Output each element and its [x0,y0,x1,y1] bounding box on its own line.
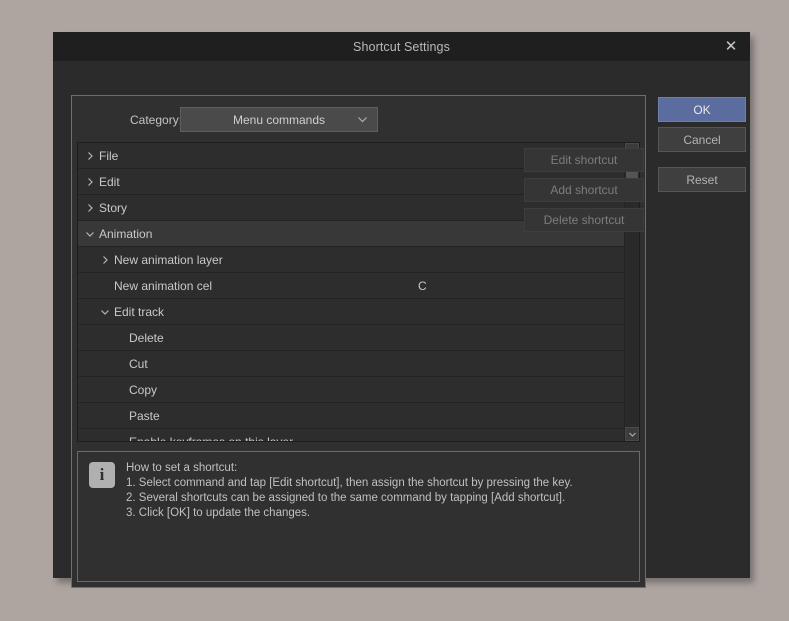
info-line: How to set a shortcut: [126,462,238,474]
table-row[interactable]: Enable keyframes on this layer [78,429,624,442]
cancel-button[interactable]: Cancel [658,127,746,152]
command-label: Delete [129,330,164,345]
info-line: 2. Several shortcuts can be assigned to … [126,492,566,504]
command-label: Story [99,200,128,215]
table-row[interactable]: Copy [78,377,624,403]
chevron-down-icon [357,114,368,125]
chevron-down-icon[interactable] [85,229,95,239]
chevron-right-icon[interactable] [85,151,95,161]
command-label: Edit [99,174,120,189]
dialog-buttons: OK Cancel Reset [658,97,746,192]
chevron-right-icon[interactable] [85,177,95,187]
table-row[interactable]: New animation cel C [78,273,624,299]
shortcut-settings-dialog: Shortcut Settings ✕ Category: Menu comma… [53,32,750,588]
reset-button[interactable]: Reset [658,167,746,192]
info-panel: i How to set a shortcut: 1. Select comman… [77,451,640,582]
chevron-down-icon[interactable] [625,427,639,441]
chevron-right-icon[interactable] [100,255,110,265]
command-label: New animation layer [114,252,223,267]
command-label: New animation cel [114,278,213,293]
category-row: Category: Menu commands [72,96,645,143]
dialog-title: Shortcut Settings [353,39,450,54]
edit-shortcut-button[interactable]: Edit shortcut [524,148,644,172]
dialog-body: Category: Menu commands File Edit Story Ani… [53,61,750,588]
command-label: Copy [129,382,158,397]
command-label: Cut [129,356,148,371]
shortcut-action-buttons: Edit shortcut Add shortcut Delete shortc… [524,148,644,238]
command-label: Animation [99,226,153,241]
category-dropdown[interactable]: Menu commands [180,107,378,132]
info-line: 1. Select command and tap [Edit shortcut… [126,477,573,489]
delete-shortcut-button[interactable]: Delete shortcut [524,208,644,232]
category-selected-value: Menu commands [232,112,326,127]
chevron-down-icon[interactable] [100,307,110,317]
table-row[interactable]: Paste [78,403,624,429]
shortcut-key: C [418,278,427,293]
chevron-right-icon[interactable] [85,203,95,213]
category-label: Category: [130,112,183,127]
command-label: File [99,148,119,163]
close-icon[interactable]: ✕ [716,32,746,61]
command-label: Paste [129,408,160,423]
command-label: Edit track [114,304,165,319]
info-line: 3. Click [OK] to update the changes. [126,507,311,519]
info-text: How to set a shortcut: 1. Select command … [126,461,631,521]
command-label: Enable keyframes on this layer [129,435,293,442]
main-panel: Category: Menu commands File Edit Story Ani… [71,95,646,588]
table-row[interactable]: Cut [78,351,624,377]
table-row[interactable]: New animation layer [78,247,624,273]
table-row[interactable]: Edit track [78,299,624,325]
ok-button[interactable]: OK [658,97,746,122]
info-icon: i [89,462,115,488]
dialog-titlebar: Shortcut Settings ✕ [53,32,750,61]
add-shortcut-button[interactable]: Add shortcut [524,178,644,202]
table-row[interactable]: Delete [78,325,624,351]
